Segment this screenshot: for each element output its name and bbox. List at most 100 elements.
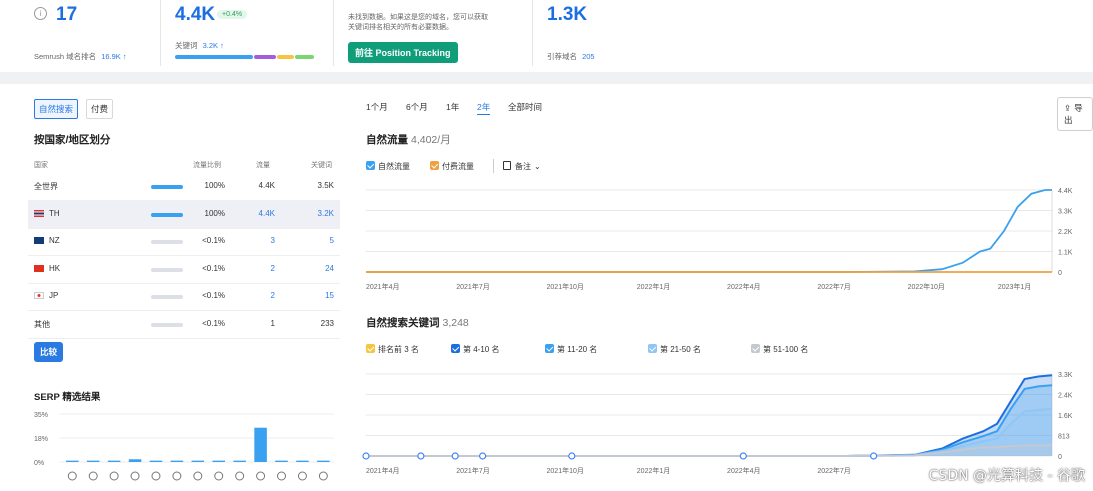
x-tick-label: 2022年10月 [908,282,945,291]
export-button[interactable]: ⇪ 导出 [1057,97,1093,131]
col-header-share: 流量比例 [193,162,221,169]
serp-bar [212,460,226,462]
x-tick-label: 2021年10月 [547,466,584,475]
country-name: HK [34,264,60,273]
dist-seg-2 [254,55,276,59]
google-update-marker [568,452,576,460]
pt-note-line1: 未找到数据。如果这是您的域名，您可以获取 [348,14,488,21]
serp-feature-icon [277,471,287,481]
col-header-country: 国家 [34,162,48,169]
legend-kw-1[interactable]: 第 4-10 名 [451,344,499,355]
range-1年[interactable]: 1年 [446,101,459,113]
y-tick-label: 35% [34,412,48,419]
serp-bar [233,460,246,462]
traffic-value[interactable]: 3 [271,236,275,245]
serp-bar [149,460,163,462]
y-tick-label: 2.4K [1058,393,1073,400]
share-value: 100% [204,208,225,218]
serp-features-chart: 0% 18% 35% [34,412,334,481]
country-row-hk[interactable]: HK <0.1% 2 24 [28,255,340,284]
serp-bar [296,460,309,462]
serp-feature-icon [214,471,224,481]
organic-traffic-value: 4,402/月 [411,134,451,146]
keywords-value: 3.5K [317,181,334,190]
country-row-world[interactable]: 全世界 100% 4.4K 3.5K [28,172,340,201]
checkbox-icon [430,161,439,170]
serp-feature-icon [88,471,98,481]
th-flag-icon [34,209,44,217]
traffic-value: 4.4K [258,181,275,190]
organic-keywords-value: 3,248 [442,317,469,329]
range-6个月[interactable]: 6个月 [406,101,428,113]
dist-seg-1 [175,55,253,59]
google-update-marker [479,452,487,460]
legend-kw-2[interactable]: 第 11-20 名 [545,344,597,355]
dist-seg-4 [295,55,314,59]
y-tick-label: 1.1K [1058,250,1073,257]
traffic-value[interactable]: 2 [271,264,275,273]
backlinks-value: 1.3K [547,4,588,25]
watermark: CSDN @光算科技 - 谷歌 [928,468,1085,484]
range-全部时间[interactable]: 全部时间 [508,101,542,113]
country-panel: 自然搜索 付费 按国家/地区划分 国家 流量比例 流量 关键词 全世界 100% 4… [28,90,340,490]
legend-kw-3[interactable]: 第 21-50 名 [648,344,701,355]
traffic-value[interactable]: 4.4K [259,209,275,218]
position-tracking-button[interactable]: 前往 Position Tracking [348,42,458,63]
serp-bar [317,460,330,462]
share-value: <0.1% [202,291,225,300]
x-tick-label: 2022年4月 [727,282,760,291]
legend-kw-4[interactable]: 第 51-100 名 [751,344,808,355]
country-row-jp[interactable]: JP <0.1% 2 15 [28,282,340,311]
share-bar [151,322,183,327]
keywords-value: 233 [320,318,334,328]
y-tick-label: 0 [1058,270,1062,277]
serp-feature-icon [151,471,161,481]
keywords-value[interactable]: 5 [330,236,334,245]
serp-bar [128,459,142,462]
col-header-keywords: 关键词 [311,162,332,169]
compare-button[interactable]: 比较 [34,342,64,362]
legend-paid[interactable]: 付费流量 [430,161,474,172]
range-2年[interactable]: 2年 [477,101,491,115]
country-row-nz[interactable]: NZ <0.1% 3 5 [28,227,340,256]
country-row-th[interactable]: TH 100% 4.4K 3.2K [28,199,340,229]
x-tick-label: 2022年7月 [817,466,850,475]
organic-traffic-chart: 0 1.1K 2.2K 3.3K 4.4K 2021年4月 2021年7月 2021年10月 2… [366,188,1073,291]
legend-kw-0[interactable]: 排名前 3 名 [366,344,419,355]
info-icon: i [34,7,47,20]
share-value: <0.1% [202,318,225,328]
serp-bar [66,460,79,462]
export-icon: ⇪ [1064,103,1072,113]
serp-feature-icon [193,471,203,481]
google-update-marker [739,452,747,460]
country-row-other[interactable]: 其他 <0.1% 1 233 [28,310,340,339]
keywords-value[interactable]: 3.2K [318,209,334,218]
y-tick-label: 813 [1058,434,1070,441]
tab-organic[interactable]: 自然搜索 [34,99,79,119]
google-update-marker [451,452,459,460]
checkbox-icon [648,344,657,353]
google-update-marker [870,452,878,460]
share-bar [151,295,183,299]
y-tick-label: 2.2K [1058,229,1073,236]
traffic-card: 4.4K +0.4% 关键词 3.2K ↑ [160,0,330,72]
y-tick-label: 3.3K [1058,209,1073,216]
jp-flag-icon [34,292,44,299]
serp-bar [86,460,100,462]
range-1个月[interactable]: 1个月 [366,101,388,113]
serp-bar [170,460,184,462]
keywords-value[interactable]: 15 [325,291,334,300]
checkbox-icon [545,344,554,353]
x-tick-label: 2021年4月 [366,466,399,475]
traffic-value[interactable]: 2 [271,291,275,300]
share-bar [151,267,183,272]
organic-keywords-title: 自然搜索关键词 3,248 [366,317,469,329]
tab-paid[interactable]: 付费 [86,99,114,119]
serp-bar [275,460,288,462]
keywords-value[interactable]: 24 [325,264,334,273]
summary-strip: i 17 Semrush 域名排名 16.9K ↑ 4.4K +0.4% 关键词… [0,0,1093,72]
country-name: 其他 [34,319,50,329]
legend-organic[interactable]: 自然流量 [366,161,410,172]
share-value: 100% [204,181,225,190]
notes-dropdown[interactable]: 备注 ⌄ [503,161,541,172]
